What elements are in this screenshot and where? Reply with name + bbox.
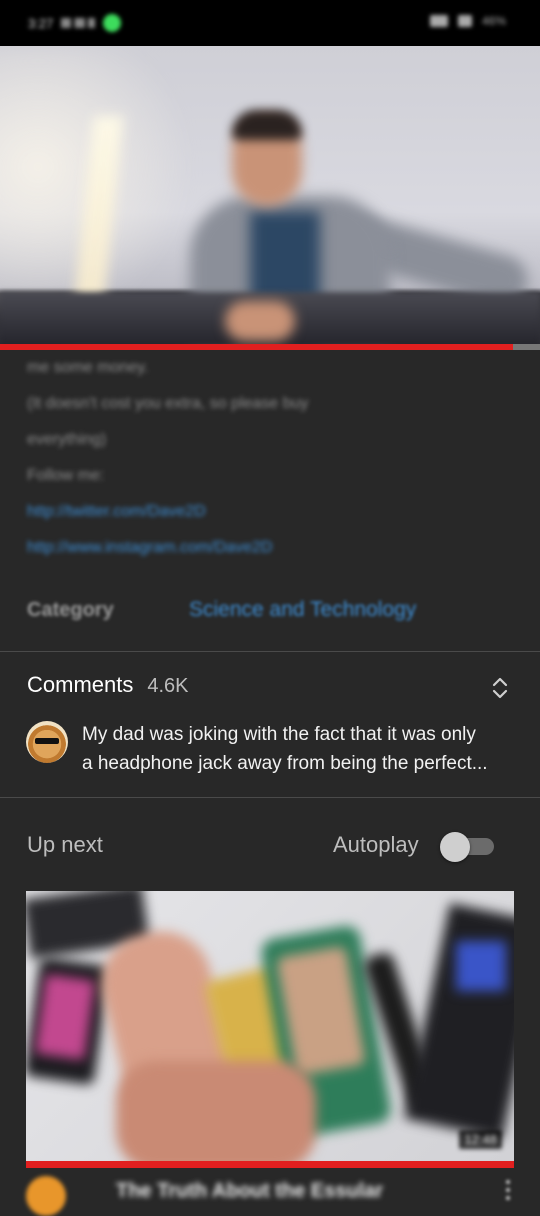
divider — [0, 797, 540, 798]
signal-icon — [61, 18, 96, 28]
category-label: Category — [27, 598, 114, 621]
status-bar-left: 3:27 — [28, 14, 122, 32]
top-comment[interactable]: My dad was joking with the fact that it … — [82, 720, 522, 778]
next-video-watched-bar — [26, 1161, 514, 1168]
video-player[interactable] — [0, 46, 540, 348]
thumb-palm — [116, 1061, 316, 1163]
top-comment-line: My dad was joking with the fact that it … — [82, 724, 476, 745]
video-frame-hands — [225, 301, 295, 341]
category-link[interactable]: Science and Technology — [189, 598, 416, 622]
next-video-thumbnail[interactable]: 12:48 — [26, 891, 514, 1163]
description-line: Follow me: — [27, 467, 105, 484]
comments-header[interactable]: Comments 4.6K — [27, 672, 189, 698]
channel-avatar[interactable] — [26, 1176, 66, 1216]
category-row: Category Science and Technology — [27, 592, 517, 628]
top-comment-line: a headphone jack away from being the per… — [82, 753, 488, 774]
status-time: 3:27 — [28, 15, 54, 31]
video-description: me some money. (It doesn't cost you extr… — [27, 350, 517, 566]
video-frame-hair — [232, 110, 302, 140]
instagram-link[interactable]: http://www.instagram.com/Dave2D — [27, 530, 517, 566]
avatar-glasses-icon — [35, 738, 59, 744]
twitter-link[interactable]: http://twitter.com/Dave2D — [27, 494, 517, 530]
autoplay-label: Autoplay — [333, 832, 419, 857]
notification-dot-icon — [103, 14, 122, 32]
battery-level: 46% — [482, 14, 507, 28]
toggle-thumb — [440, 832, 470, 862]
data-icon — [458, 15, 472, 27]
up-next-label: Up next — [27, 832, 103, 857]
divider — [0, 651, 540, 652]
commenter-avatar[interactable] — [26, 721, 68, 763]
status-bar-right: 46% — [430, 14, 516, 28]
description-line: everything) — [27, 431, 107, 448]
wifi-icon — [430, 15, 448, 27]
thumb-dark-card — [404, 903, 514, 1139]
description-line: (It doesn't cost you extra, so please bu… — [27, 395, 309, 412]
more-options-icon[interactable] — [506, 1180, 510, 1200]
description-line: me some money. — [27, 359, 149, 376]
autoplay-toggle[interactable] — [440, 832, 494, 862]
comments-count: 4.6K — [147, 675, 189, 697]
video-duration: 12:48 — [459, 1130, 502, 1149]
unfold-more-icon[interactable] — [486, 674, 514, 702]
status-bar: 3:27 46% — [0, 0, 540, 46]
comments-title: Comments — [27, 672, 134, 697]
thumb-cube — [456, 941, 506, 991]
